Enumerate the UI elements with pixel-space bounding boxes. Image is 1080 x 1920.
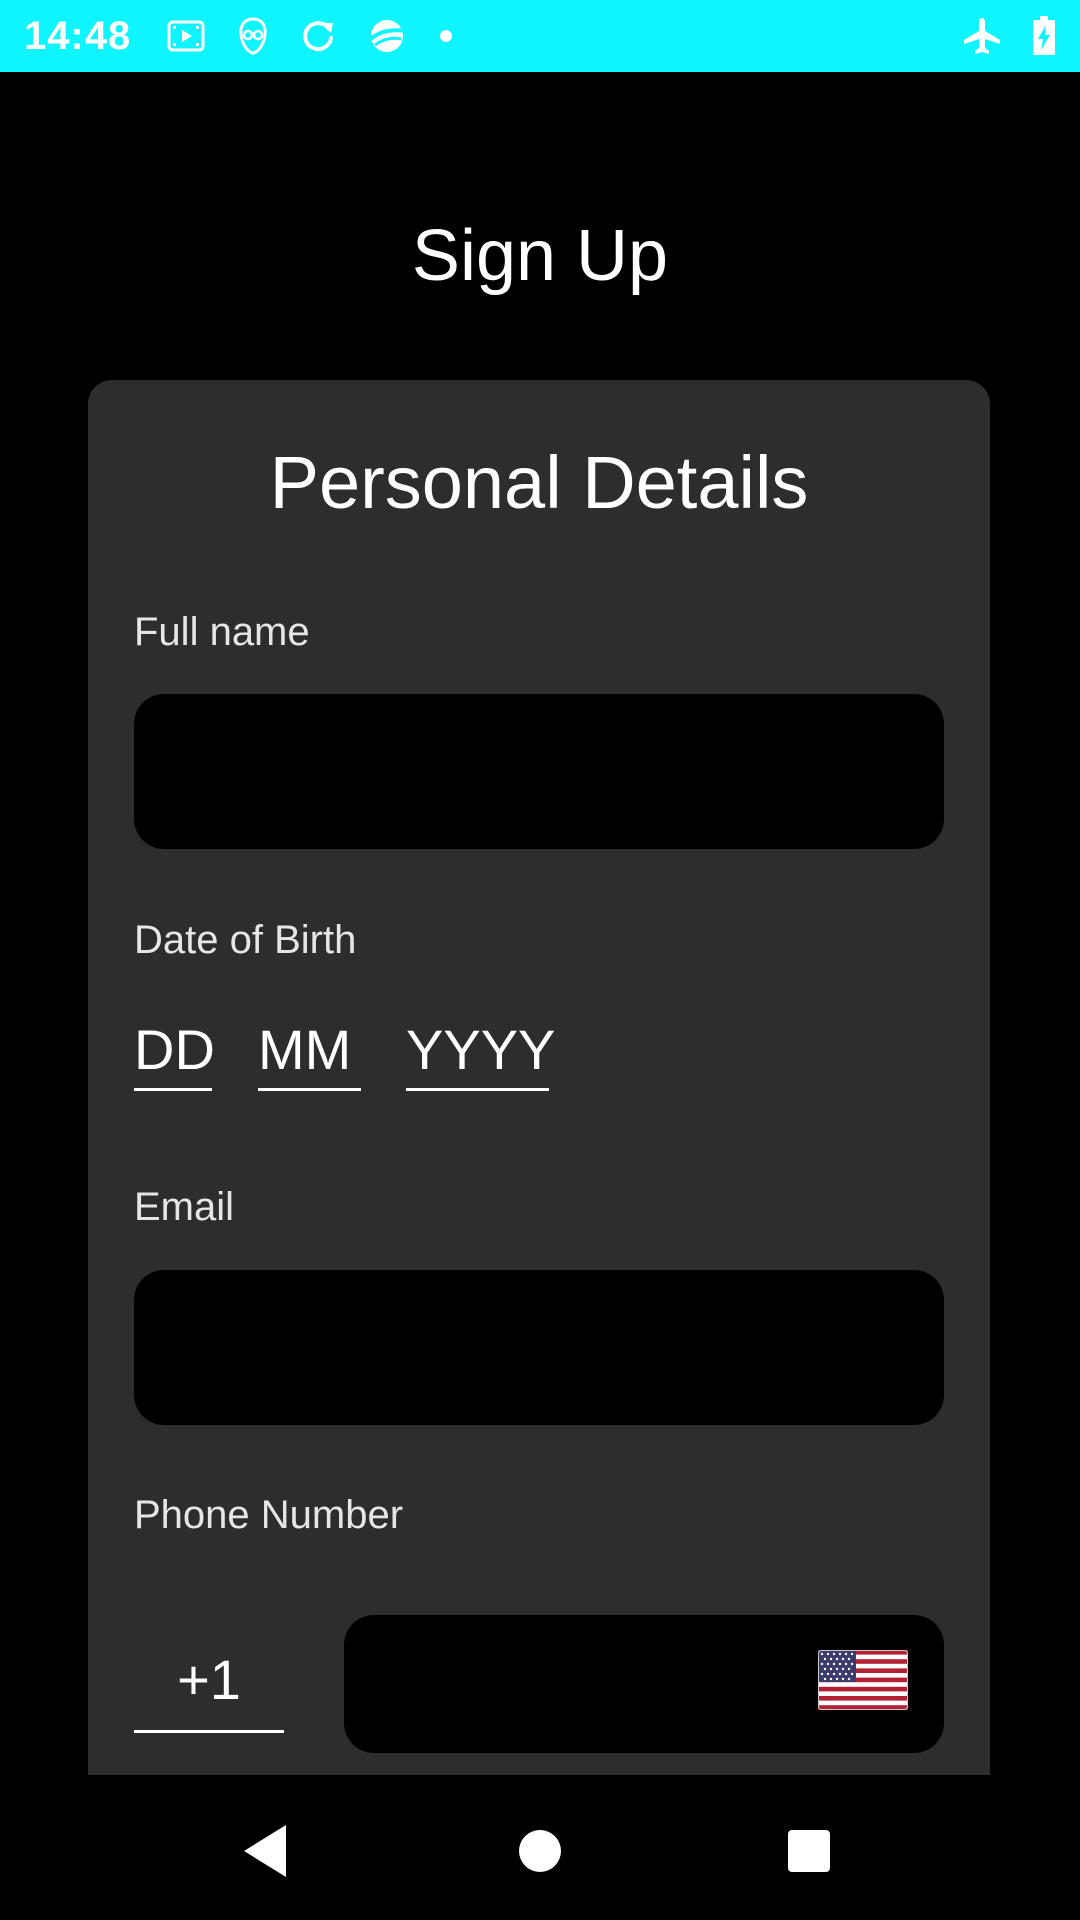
full-name-input[interactable]	[134, 694, 944, 849]
alien-icon	[237, 17, 269, 55]
phone-number-input[interactable]	[344, 1615, 944, 1753]
page-title: Sign Up	[411, 216, 669, 296]
navigation-bar	[0, 1776, 1080, 1920]
sync-icon	[301, 19, 335, 53]
status-icons-left	[167, 17, 453, 55]
status-bar: 14:48	[0, 0, 1080, 72]
dob-label: Date of Birth	[134, 918, 357, 962]
phone-label: Phone Number	[134, 1493, 404, 1537]
media-icon	[167, 20, 205, 52]
email-input[interactable]	[134, 1270, 944, 1425]
dob-month-field[interactable]: MM	[258, 1012, 361, 1091]
home-icon[interactable]	[505, 1816, 575, 1886]
dob-year-field[interactable]: YYYY	[406, 1012, 555, 1091]
card-title: Personal Details	[269, 441, 809, 524]
airplane-mode-icon	[962, 16, 1002, 56]
battery-charging-icon	[1032, 16, 1056, 56]
status-icons-right	[962, 16, 1056, 56]
back-icon[interactable]	[230, 1816, 300, 1886]
status-time: 14:48	[24, 13, 132, 58]
email-label: Email	[134, 1185, 235, 1229]
dot-icon	[439, 29, 453, 43]
personal-details-card: Personal Details Full name Date of Birth…	[88, 380, 990, 1775]
recents-icon[interactable]	[774, 1816, 844, 1886]
us-flag-icon[interactable]	[818, 1650, 908, 1710]
full-name-label: Full name	[134, 610, 310, 654]
country-code-selector[interactable]: +1	[134, 1630, 284, 1733]
dob-day-field[interactable]: DD	[134, 1012, 215, 1091]
planet-icon	[367, 17, 407, 55]
